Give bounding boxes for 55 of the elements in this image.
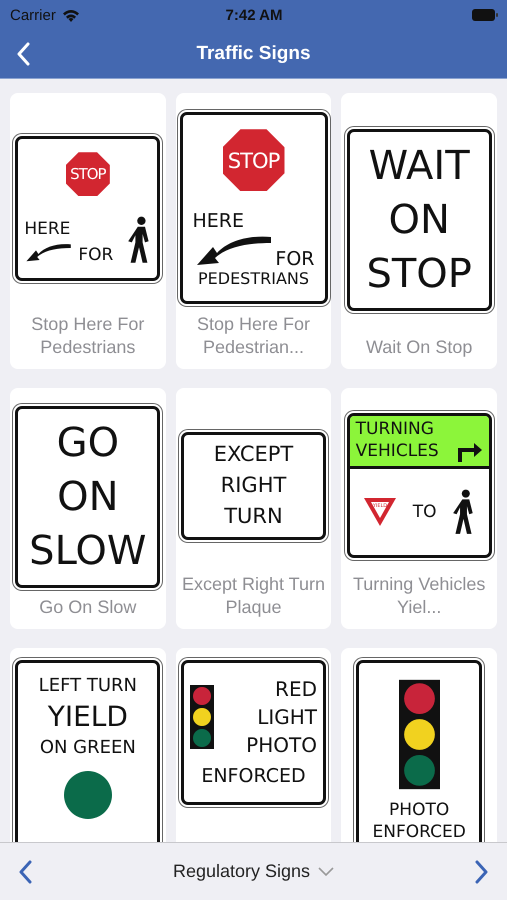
sign-text: VEHICLES bbox=[356, 442, 439, 460]
sign-text: ON bbox=[57, 477, 119, 517]
pedestrian-icon bbox=[452, 489, 475, 535]
sign-caption: Go On Slow bbox=[38, 596, 138, 619]
sign-text: TURN bbox=[224, 506, 283, 527]
sign-card[interactable]: GO ON SLOW Go On Slow bbox=[10, 388, 166, 629]
sign-text: EXCEPT bbox=[214, 444, 294, 466]
sign-text: RED bbox=[275, 679, 317, 699]
sign-card[interactable]: EXCEPT RIGHT TURN Except Right Turn Plaque bbox=[176, 388, 332, 629]
sign-text: ENFORCED bbox=[201, 767, 306, 786]
pedestrian-icon bbox=[127, 216, 152, 264]
sign-text: FOR bbox=[78, 246, 114, 264]
sign-text: YIELD bbox=[48, 703, 128, 731]
sign-text: ON bbox=[388, 200, 450, 240]
chevron-down-icon bbox=[318, 866, 334, 876]
sign-caption: Turning Vehicles Yiel... bbox=[352, 573, 486, 619]
traffic-light-icon bbox=[398, 679, 440, 790]
sign-text: GO bbox=[56, 423, 120, 463]
signal-disc-icon bbox=[64, 771, 112, 819]
sign-caption: Stop Here For Pedestrian... bbox=[196, 313, 312, 359]
sign-card[interactable]: STOP HERE FOR PEDESTRIANS Stop Here For Pedestrian... bbox=[176, 93, 332, 369]
sign-text: HERE bbox=[24, 221, 70, 238]
sign-card[interactable]: STOP HERE FOR Stop Here For Pedestrians bbox=[10, 93, 166, 369]
sign-text: WAIT bbox=[368, 146, 470, 186]
carrier-label: Carrier bbox=[10, 6, 56, 24]
sign-text: TO bbox=[412, 504, 437, 520]
sign-caption: Except Right Turn Plaque bbox=[180, 573, 326, 619]
sign-text: ENFORCED bbox=[372, 824, 466, 841]
sign-text: HERE bbox=[192, 212, 244, 231]
sign-text: SLOW bbox=[29, 531, 146, 571]
sign-card[interactable]: RED LIGHT PHOTO ENFORCED bbox=[176, 648, 332, 842]
sign-text: LEFT TURN bbox=[38, 677, 137, 695]
sign-text: FOR bbox=[275, 250, 314, 269]
sign-text: ON GREEN bbox=[40, 739, 136, 757]
sign-caption: Stop Here For Pedestrians bbox=[30, 313, 146, 359]
curved-arrow-icon bbox=[24, 242, 72, 264]
sign-text: STOP bbox=[366, 254, 472, 294]
sign-caption: Wait On Stop bbox=[364, 336, 474, 359]
screen-title: Traffic Signs bbox=[195, 43, 312, 65]
sign-text: PHOTO bbox=[246, 735, 317, 755]
previous-icon bbox=[18, 860, 32, 884]
sign-card[interactable]: WAIT ON STOP Wait On Stop bbox=[341, 93, 497, 369]
next-icon bbox=[475, 860, 489, 884]
sign-card[interactable]: PHOTO ENFORCED bbox=[341, 648, 497, 842]
sign-text: PEDESTRIANS bbox=[198, 270, 310, 287]
battery-icon bbox=[472, 9, 498, 21]
sign-card[interactable]: LEFT TURN YIELD ON GREEN bbox=[10, 648, 166, 842]
back-icon bbox=[16, 42, 30, 66]
sign-text: PHOTO bbox=[389, 802, 450, 819]
sign-text: TURNING bbox=[356, 421, 435, 438]
wifi-icon bbox=[62, 8, 80, 22]
category-selector[interactable]: Regulatory Signs bbox=[172, 861, 310, 882]
sign-text: LIGHT bbox=[257, 707, 317, 727]
status-time: 7:42 AM bbox=[226, 6, 282, 24]
sign-text: RIGHT bbox=[220, 475, 286, 496]
